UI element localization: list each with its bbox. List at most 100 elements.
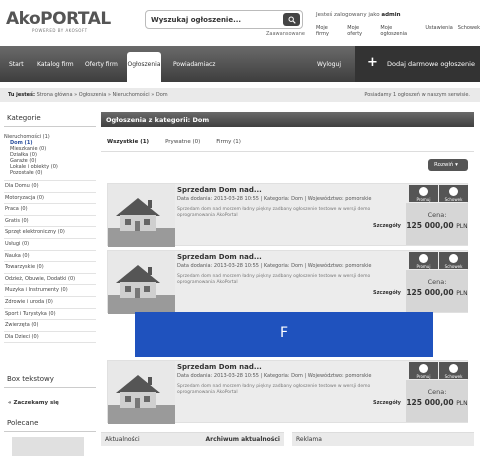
news-box: Aktualności Archiwum aktualności <box>101 432 284 446</box>
main-nav: Start Katalog firm Oferty firm Ogłoszeni… <box>0 46 480 82</box>
user-menu-my-ads[interactable]: Moje ogłoszenia <box>380 25 420 37</box>
listing-item[interactable]: Sprzedam Dom nad... Data dodania: 2013-0… <box>107 250 469 314</box>
advanced-search-link[interactable]: Zaawansowane <box>266 31 305 37</box>
text-box-heading: Box tekstowy <box>4 373 96 388</box>
category-item[interactable]: Praca (0) <box>4 204 96 216</box>
price-label: Cena: <box>427 388 447 396</box>
user-menu-my-offers[interactable]: Moje oferty <box>347 25 375 37</box>
header: AkoPORTAL POWERED BY AKOSOFT Zaawansowan… <box>0 0 480 46</box>
save-label: Schowek <box>444 374 463 379</box>
ad-banner[interactable]: F <box>135 312 433 357</box>
listing-meta: Data dodania: 2013-03-28 10:55 | Kategor… <box>177 263 372 269</box>
listing-description: Sprzedam dom nad morzem ładny piękny zad… <box>177 274 371 285</box>
tab-private[interactable]: Prywatne (0) <box>165 139 200 145</box>
nav-company-offers[interactable]: Oferty firm <box>85 61 118 68</box>
category-item[interactable]: Dla Dzieci (0) <box>4 332 96 344</box>
collapse-link[interactable]: « Zaczekamy się <box>8 400 59 406</box>
listing-actions: Promuj Schowek Cena: 125 000,00 PLN <box>404 251 469 314</box>
listing-title[interactable]: Sprzedam Dom nad... <box>177 186 262 194</box>
breadcrumb-path[interactable]: Strona główna » Ogłoszenia » Nieruchomoś… <box>37 92 168 98</box>
user-menu-clipboard[interactable]: Schowek <box>458 25 480 37</box>
ads-heading: Reklama <box>296 436 322 443</box>
promote-button[interactable]: Promuj <box>409 185 438 202</box>
user-info: Jesteś zalogowany jako admin <box>316 12 401 18</box>
listing-title[interactable]: Sprzedam Dom nad... <box>177 253 262 261</box>
category-item[interactable]: Sprzęt elektroniczny (0) <box>4 227 96 239</box>
save-button[interactable]: Schowek <box>439 362 468 379</box>
promote-button[interactable]: Promuj <box>409 252 438 269</box>
category-item[interactable]: Zwierzęta (0) <box>4 320 96 332</box>
user-prefix: Jesteś zalogowany jako <box>316 12 380 18</box>
logo[interactable]: AkoPORTAL <box>6 9 111 29</box>
nav-start[interactable]: Start <box>9 61 24 68</box>
search-button[interactable] <box>283 13 300 26</box>
user-name[interactable]: admin <box>381 12 400 18</box>
divider <box>101 151 474 152</box>
save-label: Schowek <box>444 197 463 202</box>
logo-subtitle: POWERED BY AKOSOFT <box>32 28 88 33</box>
tab-companies[interactable]: Firmy (1) <box>216 139 241 145</box>
search-input[interactable] <box>146 11 276 28</box>
category-item[interactable]: Muzyka i Instrumenty (0) <box>4 285 96 297</box>
category-item[interactable]: Odzież, Obuwie, Dodatki (0) <box>4 274 96 286</box>
promote-label: Promuj <box>416 374 431 379</box>
price-value: 125 000,00 PLN <box>406 288 468 297</box>
add-ad-button[interactable]: + Dodaj darmowe ogłoszenie <box>355 46 480 82</box>
star-icon <box>419 364 428 373</box>
clipboard-icon <box>449 254 458 263</box>
category-item[interactable]: Sport i Turystyka (0) <box>4 309 96 321</box>
user-menu-my-companies[interactable]: Moje firmy <box>316 25 342 37</box>
save-button[interactable]: Schowek <box>439 185 468 202</box>
ads-count: Posiadamy 1 ogłoszeń w naszym serwisie. <box>364 92 470 98</box>
price-box: Cena: 125 000,00 PLN <box>406 380 468 422</box>
price-value: 125 000,00 PLN <box>406 221 468 230</box>
listing-item[interactable]: Sprzedam Dom nad... Data dodania: 2013-0… <box>107 183 469 247</box>
add-ad-label: Dodaj darmowe ogłoszenie <box>387 60 475 68</box>
category-item[interactable]: Towarzyskie (0) <box>4 262 96 274</box>
category-item[interactable]: Usługi (0) <box>4 239 96 251</box>
breadcrumb: Tu jesteś: Strona główna » Ogłoszenia » … <box>0 88 480 102</box>
tab-all[interactable]: Wszystkie (1) <box>107 139 149 145</box>
house-thumbnail[interactable] <box>108 184 175 247</box>
promote-button[interactable]: Promuj <box>409 362 438 379</box>
logout-link[interactable]: Wyloguj <box>317 61 341 68</box>
price-currency: PLN <box>456 223 468 230</box>
listing-meta: Data dodania: 2013-03-28 10:55 | Kategor… <box>177 373 372 379</box>
listing-item[interactable]: Sprzedam Dom nad... Data dodania: 2013-0… <box>107 360 468 424</box>
nav-notifier[interactable]: Powiadamiacz <box>173 61 215 68</box>
filter-tabs: Wszystkie (1) Prywatne (0) Firmy (1) <box>107 139 241 145</box>
listing-description: Sprzedam dom nad morzem ładny piękny zad… <box>177 207 371 218</box>
price-amount: 125 000,00 <box>406 398 454 407</box>
house-thumbnail[interactable] <box>108 251 175 314</box>
price-amount: 125 000,00 <box>406 288 454 297</box>
star-icon <box>419 187 428 196</box>
listing-title[interactable]: Sprzedam Dom nad... <box>177 363 262 371</box>
category-item[interactable]: Gratis (0) <box>4 216 96 228</box>
price-value: 125 000,00 PLN <box>406 398 468 407</box>
details-link[interactable]: Szczegóły <box>373 223 401 229</box>
listing-actions: Promuj Schowek Cena: 125 000,00 PLN <box>404 184 469 247</box>
category-item[interactable]: Motoryzacja (0) <box>4 193 96 205</box>
user-menu-settings[interactable]: Ustawienia <box>425 25 452 37</box>
price-box: Cena: 125 000,00 PLN <box>406 270 468 312</box>
category-item[interactable]: Dla Domu (0) <box>4 181 96 193</box>
news-archive-link[interactable]: Archiwum aktualności <box>205 436 280 443</box>
plus-icon: + <box>367 55 378 70</box>
save-label: Schowek <box>444 264 463 269</box>
house-thumbnail[interactable] <box>108 361 175 424</box>
nav-ads[interactable]: Ogłoszenia <box>127 52 161 82</box>
details-link[interactable]: Szczegóły <box>373 290 401 296</box>
promote-label: Promuj <box>416 264 431 269</box>
price-label: Cena: <box>427 211 447 219</box>
category-item[interactable]: Nauka (0) <box>4 251 96 263</box>
listing-description: Sprzedam dom nad morzem ładny piękny zad… <box>177 384 371 395</box>
recommended-image[interactable] <box>12 437 84 456</box>
category-item[interactable]: Zdrowie i uroda (0) <box>4 297 96 309</box>
sort-button[interactable]: Rozwiń ▾ <box>428 159 468 171</box>
recommended-heading: Polecane <box>4 417 96 432</box>
details-link[interactable]: Szczegóły <box>373 400 401 406</box>
nav-company-catalog[interactable]: Katalog firm <box>37 61 74 68</box>
save-button[interactable]: Schowek <box>439 252 468 269</box>
search-icon <box>288 16 296 24</box>
promote-label: Promuj <box>416 197 431 202</box>
